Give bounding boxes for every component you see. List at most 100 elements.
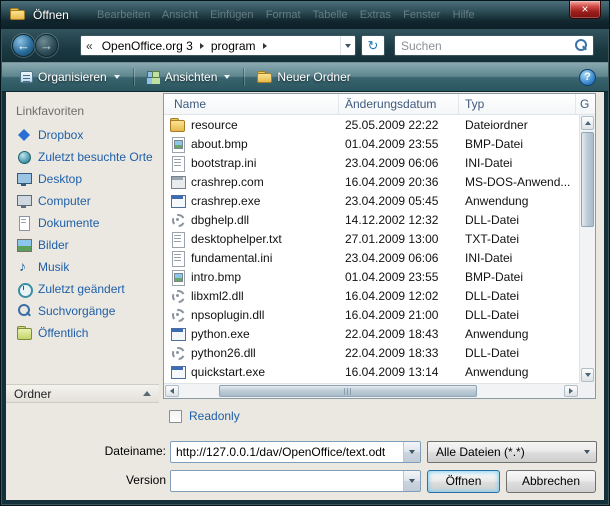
sidebar-item-documents[interactable]: Dokumente (10, 212, 160, 234)
file-row[interactable]: python26.dll 22.04.2009 18:33 DLL-Datei (164, 343, 580, 362)
search-input[interactable] (395, 39, 573, 53)
file-row[interactable]: intro.bmp 01.04.2009 23:55 BMP-Datei (164, 267, 580, 286)
file-row[interactable]: quickstart.exe 16.04.2009 13:14 Anwendun… (164, 362, 580, 381)
file-row[interactable]: python.exe 22.04.2009 18:43 Anwendung (164, 324, 580, 343)
help-button[interactable]: ? (579, 69, 596, 86)
computer-icon (16, 194, 32, 208)
filename-input[interactable] (171, 442, 403, 462)
scroll-up-button[interactable] (581, 116, 594, 130)
sidebar-item-dropbox[interactable]: Dropbox (10, 124, 160, 146)
file-list-header: Name Änderungsdatum Typ G (164, 94, 595, 115)
organize-label: Organisieren (38, 70, 107, 84)
scrollbar-grip (344, 388, 353, 395)
file-row[interactable]: libxml2.dll 16.04.2009 12:02 DLL-Datei (164, 286, 580, 305)
breadcrumb[interactable]: « OpenOffice.org 3 program (80, 35, 356, 56)
sidebar-item-public[interactable]: Öffentlich (10, 322, 160, 344)
breadcrumb-collapse-chevrons[interactable]: « (81, 39, 98, 53)
vertical-scrollbar[interactable] (579, 115, 595, 383)
searches-icon (16, 304, 32, 318)
scroll-down-button[interactable] (581, 368, 594, 382)
filetype-value: Alle Dateien (*.*) (436, 445, 584, 459)
favorites-header: Linkfavoriten (16, 104, 84, 118)
cancel-button[interactable]: Abbrechen (506, 470, 596, 493)
dll-file-icon (170, 308, 185, 322)
back-button[interactable]: ← (12, 34, 35, 57)
filename-label: Dateiname: (90, 444, 166, 458)
file-rows: resource 25.05.2009 22:22 Dateiordner ab… (164, 115, 580, 383)
folder-file-icon (170, 118, 185, 132)
scrollbar-corner (579, 383, 595, 398)
file-row[interactable]: desktophelper.txt 27.01.2009 13:00 TXT-D… (164, 229, 580, 248)
filetype-select[interactable]: Alle Dateien (*.*) (427, 441, 597, 463)
column-header-type[interactable]: Typ (459, 94, 576, 114)
readonly-checkbox[interactable] (169, 410, 182, 423)
dialog-content: Linkfavoriten Dropbox Zuletzt besuchte O… (6, 92, 604, 500)
address-dropdown-button[interactable] (340, 36, 355, 55)
refresh-button[interactable]: ↻ (361, 35, 385, 56)
exe-file-icon (170, 194, 185, 208)
file-row[interactable]: fundamental.ini 23.04.2009 06:06 INI-Dat… (164, 248, 580, 267)
music-icon (16, 260, 32, 274)
sidebar-item-recent-places[interactable]: Zuletzt besuchte Orte (10, 146, 160, 168)
views-label: Ansichten (165, 70, 218, 84)
horizontal-scrollbar[interactable] (164, 383, 579, 398)
version-input[interactable] (171, 471, 403, 491)
dll-file-icon (170, 346, 185, 360)
file-row[interactable]: about.bmp 01.04.2009 23:55 BMP-Datei (164, 134, 580, 153)
breadcrumb-separator-icon[interactable] (200, 43, 204, 49)
file-row[interactable]: resource 25.05.2009 22:22 Dateiordner (164, 115, 580, 134)
vertical-scrollbar-thumb[interactable] (581, 132, 594, 227)
ini-file-icon (170, 156, 185, 170)
sidebar-item-desktop[interactable]: Desktop (10, 168, 160, 190)
chevron-down-icon (584, 450, 590, 454)
sidebar-item-music[interactable]: Musik (10, 256, 160, 278)
sidebar-item-recent-changes[interactable]: Zuletzt geändert (10, 278, 160, 300)
file-row[interactable]: npsoplugin.dll 16.04.2009 21:00 DLL-Date… (164, 305, 580, 324)
exe-file-icon (170, 327, 185, 341)
sidebar-list: Dropbox Zuletzt besuchte Orte Desktop Co… (10, 124, 160, 344)
titlebar: Öffnen Bearbeiten Ansicht Einfügen Forma… (1, 1, 609, 29)
breadcrumb-item-program[interactable]: program (207, 39, 260, 53)
readonly-label[interactable]: Readonly (189, 409, 240, 423)
views-button[interactable]: Ansichten (139, 66, 239, 88)
horizontal-scrollbar-thumb[interactable] (219, 385, 477, 397)
breadcrumb-item-openoffice[interactable]: OpenOffice.org 3 (98, 39, 197, 53)
search-icon[interactable] (573, 38, 589, 53)
chevron-down-icon (345, 44, 351, 48)
file-row[interactable]: crashrep.com 16.04.2009 20:36 MS-DOS-Anw… (164, 172, 580, 191)
arrow-left-icon (170, 388, 174, 394)
new-folder-label: Neuer Ordner (277, 70, 350, 84)
scroll-right-button[interactable] (564, 385, 578, 397)
close-button[interactable]: × (569, 1, 601, 19)
file-row[interactable]: dbghelp.dll 14.12.2002 12:32 DLL-Datei (164, 210, 580, 229)
organize-button[interactable]: Organisieren (12, 66, 128, 88)
file-row[interactable]: bootstrap.ini 23.04.2009 06:06 INI-Datei (164, 153, 580, 172)
column-header-size[interactable]: G (576, 94, 595, 114)
new-folder-button[interactable]: Neuer Ordner (249, 66, 358, 88)
chevron-down-icon (409, 450, 415, 454)
sidebar-item-searches[interactable]: Suchvorgänge (10, 300, 160, 322)
version-combo (170, 470, 421, 492)
column-header-name[interactable]: Name (164, 94, 339, 114)
chevron-down-icon (114, 75, 120, 79)
arrow-right-icon (569, 388, 573, 394)
new-folder-icon (257, 71, 272, 83)
chevron-down-icon (224, 75, 230, 79)
sidebar-item-computer[interactable]: Computer (10, 190, 160, 212)
ini-file-icon (170, 251, 185, 265)
sidebar-item-pictures[interactable]: Bilder (10, 234, 160, 256)
open-button[interactable]: Öffnen (427, 470, 500, 493)
folders-expander[interactable]: Ordner (6, 384, 159, 403)
forward-button[interactable]: → (35, 34, 58, 57)
column-header-date[interactable]: Änderungsdatum (339, 94, 459, 114)
help-icon: ? (584, 71, 591, 83)
breadcrumb-separator-icon[interactable] (263, 43, 267, 49)
file-row[interactable]: crashrep.exe 23.04.2009 05:45 Anwendung (164, 191, 580, 210)
version-dropdown-button[interactable] (403, 471, 420, 491)
scroll-left-button[interactable] (165, 385, 179, 397)
toolbar-separator (243, 68, 244, 86)
window-folder-icon (10, 8, 25, 20)
version-label: Version (90, 473, 166, 487)
filename-dropdown-button[interactable] (403, 442, 420, 462)
background-window-menus: Bearbeiten Ansicht Einfügen Format Tabel… (97, 9, 475, 21)
